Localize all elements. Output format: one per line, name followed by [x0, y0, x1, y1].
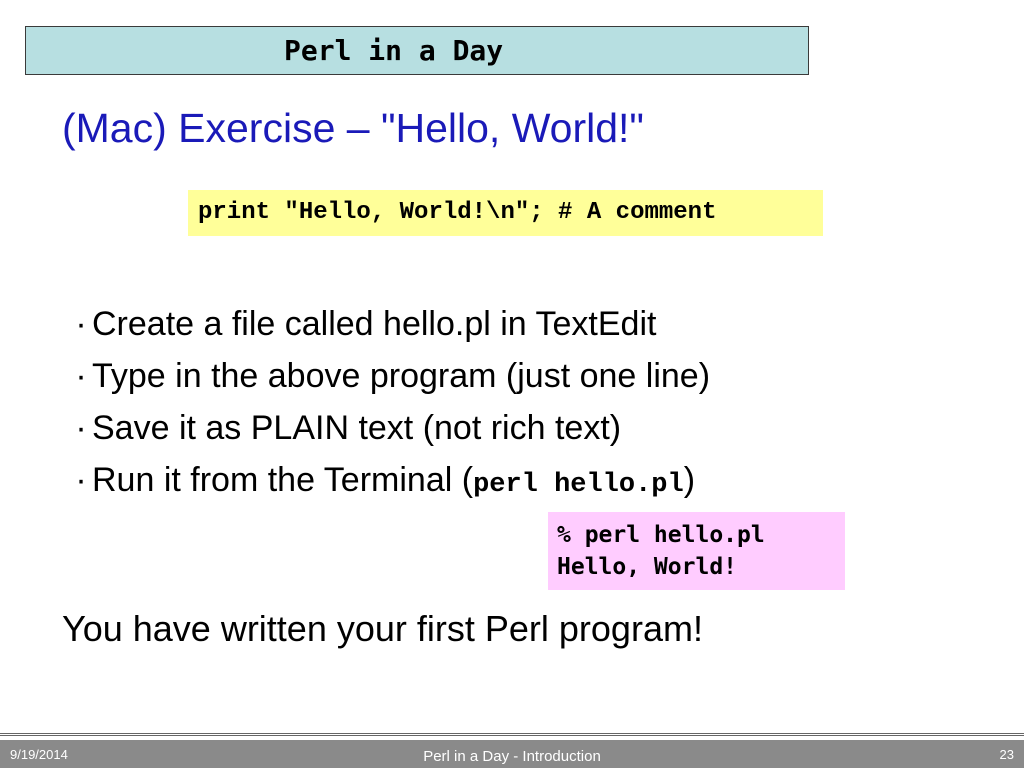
bullet-text: Create a file called hello.pl in TextEdi…: [92, 305, 657, 343]
bullet-marker: ·: [75, 357, 87, 395]
banner-title: Perl in a Day: [284, 34, 504, 67]
title-banner: Perl in a Day: [25, 26, 809, 75]
terminal-output-box: % perl hello.pl Hello, World!: [548, 512, 845, 590]
code-example-box: print "Hello, World!\n"; # A comment: [188, 190, 823, 236]
terminal-output-line: Hello, World!: [557, 554, 738, 580]
bullet-marker: ·: [75, 305, 87, 343]
bullet-item: · Type in the above program (just one lin…: [70, 351, 710, 403]
bullet-item: · Save it as PLAIN text (not rich text): [70, 403, 710, 455]
footer-divider: [0, 733, 1024, 736]
bullet-item: · Create a file called hello.pl in TextEd…: [70, 299, 710, 351]
bullet-marker: ·: [75, 409, 87, 447]
bullet-list: · Create a file called hello.pl in TextEd…: [70, 299, 710, 507]
slide: Perl in a Day (Mac) Exercise – "Hello, W…: [0, 0, 1024, 768]
bullet-marker: ·: [75, 461, 87, 499]
page-number: 23: [999, 747, 1014, 762]
bullet-item: · Run it from the Terminal (perl hello.pl…: [70, 455, 710, 507]
bullet-text: Run it from the Terminal (: [92, 461, 474, 499]
bullet-text: Save it as PLAIN text (not rich text): [92, 409, 622, 447]
footer-title: Perl in a Day - Introduction: [423, 748, 601, 765]
footer-bar: 9/19/2014 Perl in a Day - Introduction 2…: [0, 740, 1024, 768]
conclusion-text: You have written your first Perl program…: [62, 608, 703, 649]
inline-command: perl hello.pl: [473, 470, 684, 500]
code-example-line: print "Hello, World!\n"; # A comment: [198, 199, 717, 226]
bullet-text: Type in the above program (just one line…: [92, 357, 711, 395]
terminal-command-line: % perl hello.pl: [557, 522, 765, 548]
bullet-text-suffix: ): [683, 461, 696, 499]
slide-heading: (Mac) Exercise – "Hello, World!": [62, 105, 644, 151]
